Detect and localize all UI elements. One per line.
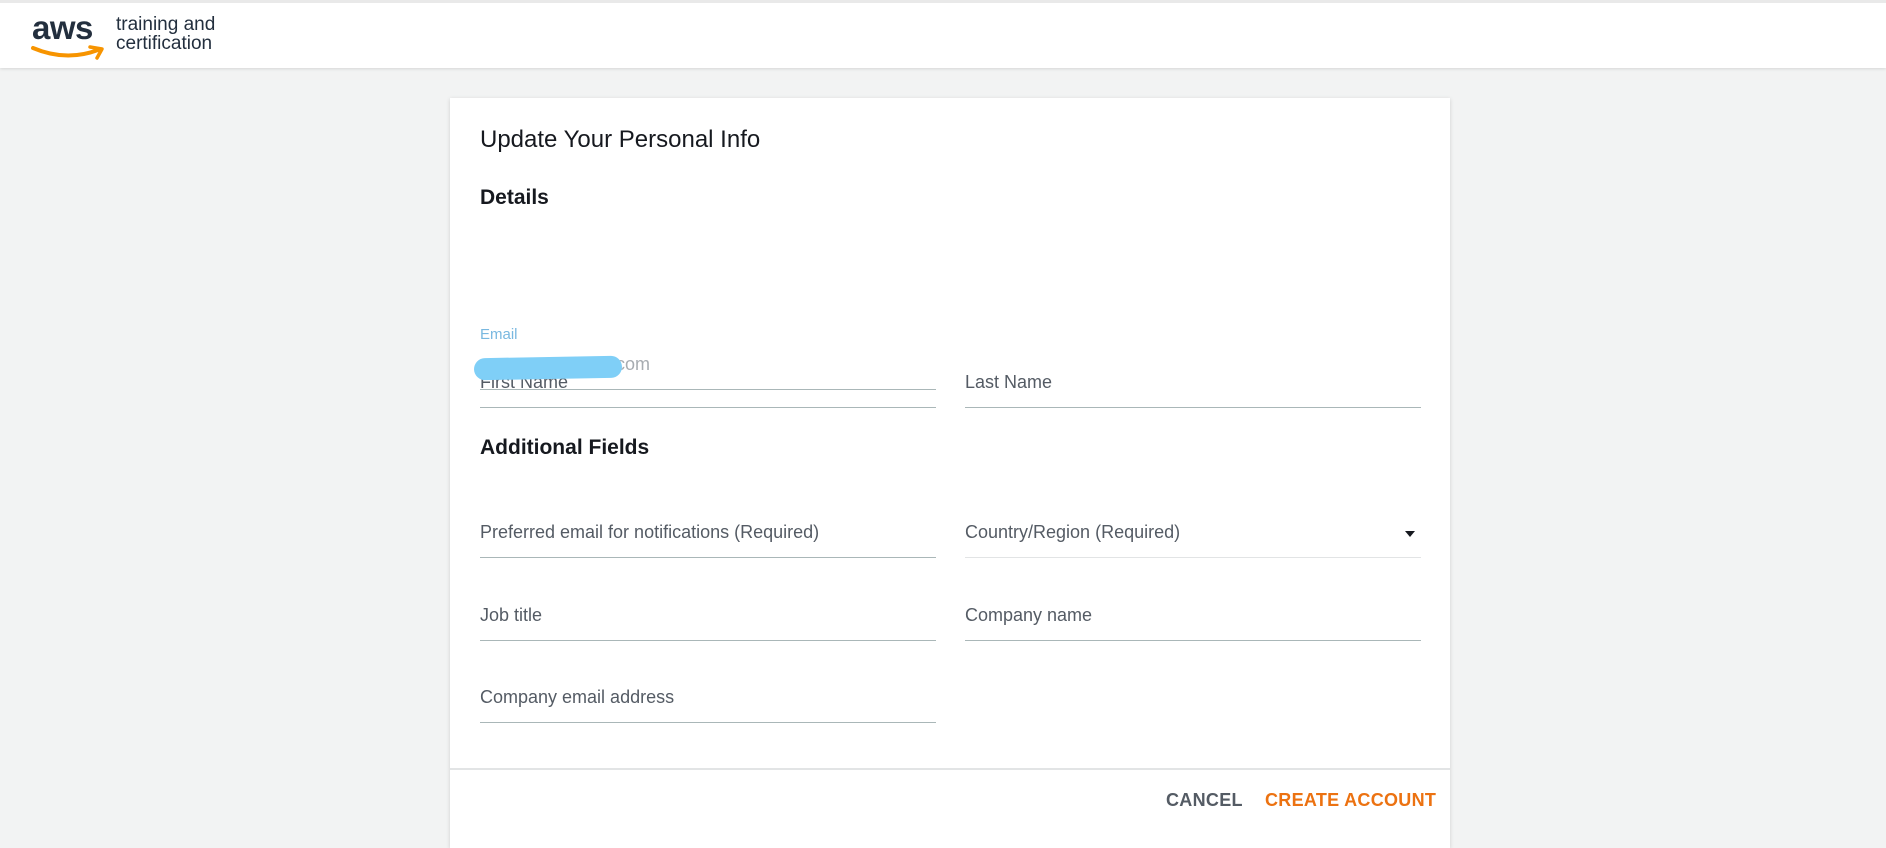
country-region-select[interactable]: Country/Region (Required): [965, 498, 1421, 558]
job-title-field[interactable]: Job title: [480, 581, 936, 641]
last-name-placeholder: Last Name: [965, 372, 1053, 392]
create-account-button[interactable]: CREATE ACCOUNT: [1265, 790, 1436, 811]
cancel-button[interactable]: CANCEL: [1166, 790, 1243, 811]
personal-info-card: Update Your Personal Info Details First …: [450, 98, 1450, 848]
email-redaction-mark: [473, 355, 623, 381]
logo-line-1: training and: [116, 14, 216, 35]
footer-divider: [450, 768, 1450, 770]
details-heading: Details: [480, 186, 549, 209]
logo-text: training and certification: [116, 15, 215, 53]
company-name-placeholder: Company name: [965, 605, 1093, 625]
job-title-placeholder: Job title: [480, 605, 543, 625]
preferred-email-placeholder: Preferred email for notifications (Requi…: [480, 522, 820, 542]
aws-training-logo[interactable]: aws training and certification: [30, 9, 215, 61]
country-region-placeholder: Country/Region (Required): [965, 522, 1181, 542]
company-email-field[interactable]: Company email address: [480, 663, 936, 723]
aws-wordmark: aws: [32, 9, 93, 46]
preferred-email-field[interactable]: Preferred email for notifications (Requi…: [480, 498, 936, 558]
page-title: Update Your Personal Info: [480, 126, 761, 153]
last-name-field[interactable]: Last Name: [965, 348, 1421, 408]
additional-fields-heading: Additional Fields: [480, 436, 650, 459]
email-label: Email: [480, 326, 518, 343]
company-email-placeholder: Company email address: [480, 687, 675, 707]
top-bar: aws training and certification: [0, 0, 1886, 68]
aws-logo-mark: aws: [30, 9, 106, 61]
logo-line-2: certification: [116, 33, 213, 54]
company-name-field[interactable]: Company name: [965, 581, 1421, 641]
amazon-smile-icon: [31, 45, 104, 60]
email-field[interactable]: Email com: [473, 320, 936, 390]
caret-down-icon[interactable]: [1405, 531, 1415, 537]
